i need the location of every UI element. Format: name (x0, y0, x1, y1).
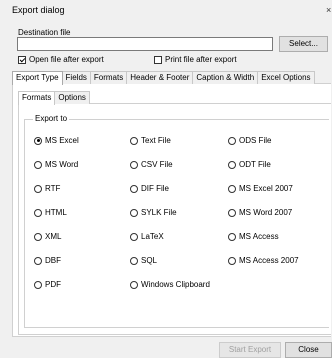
format-option-csv-file[interactable]: CSV File (130, 160, 173, 169)
format-option-dif-file[interactable]: DIF File (130, 184, 169, 193)
format-option-ms-word[interactable]: MS Word (34, 160, 78, 169)
tab-caption-width[interactable]: Caption & Width (192, 71, 259, 84)
format-option-label: CSV File (141, 160, 173, 169)
format-option-label: DBF (45, 256, 61, 265)
format-option-label: PDF (45, 280, 61, 289)
export-to-group (24, 119, 329, 328)
format-option-latex[interactable]: LaTeX (130, 232, 164, 241)
print-after-export-checkbox[interactable] (154, 55, 162, 64)
destination-label: Destination file (18, 28, 71, 37)
radio-button[interactable] (34, 160, 42, 169)
radio-button[interactable] (34, 208, 42, 217)
radio-button[interactable] (130, 184, 138, 193)
format-option-label: XML (45, 232, 62, 241)
subtab-formats[interactable]: Formats (18, 91, 56, 105)
format-option-label: ODS File (239, 136, 272, 145)
tab-export-type[interactable]: Export Type (12, 71, 63, 85)
radio-button[interactable] (228, 232, 236, 241)
open-after-export-label: Open file after export (29, 55, 104, 64)
format-option-ms-word-2007[interactable]: MS Word 2007 (228, 208, 292, 217)
format-option-label: MS Excel (45, 136, 79, 145)
close-button[interactable]: Close (285, 342, 332, 358)
format-option-sql[interactable]: SQL (130, 256, 157, 265)
subtab-options[interactable]: Options (54, 91, 90, 104)
format-option-label: LaTeX (141, 232, 164, 241)
format-option-label: ODT File (239, 160, 271, 169)
format-option-label: MS Word 2007 (239, 208, 293, 217)
radio-button[interactable] (228, 136, 236, 145)
radio-button[interactable] (228, 256, 236, 265)
format-option-label: MS Excel 2007 (239, 184, 293, 193)
format-option-label: Text File (141, 136, 171, 145)
radio-button[interactable] (130, 256, 138, 265)
format-option-ms-excel[interactable]: MS Excel (34, 136, 79, 145)
tab-header-footer[interactable]: Header & Footer (126, 71, 194, 84)
print-after-export-label: Print file after export (165, 55, 237, 64)
destination-file-input[interactable] (17, 37, 273, 51)
format-option-xml[interactable]: XML (34, 232, 61, 241)
format-option-sylk-file[interactable]: SYLK File (130, 208, 177, 217)
export-to-label: Export to (33, 114, 70, 123)
radio-button[interactable] (130, 280, 138, 289)
format-option-windows-clipboard[interactable]: Windows Clipboard (130, 280, 210, 289)
open-after-export-option[interactable]: Open file after export (18, 55, 104, 64)
format-option-label: RTF (45, 184, 61, 193)
radio-button[interactable] (130, 232, 138, 241)
dialog-title: Export dialog (12, 5, 65, 15)
format-option-label: DIF File (141, 184, 169, 193)
format-option-rtf[interactable]: RTF (34, 184, 60, 193)
radio-button[interactable] (34, 136, 42, 145)
radio-button[interactable] (130, 208, 138, 217)
radio-button[interactable] (34, 184, 42, 193)
format-option-pdf[interactable]: PDF (34, 280, 61, 289)
format-option-label: SQL (141, 256, 158, 265)
main-tabs: Export Type Fields Formats Header & Foot… (12, 71, 315, 85)
format-option-ms-excel-2007[interactable]: MS Excel 2007 (228, 184, 293, 193)
format-option-dbf[interactable]: DBF (34, 256, 61, 265)
radio-button[interactable] (34, 280, 42, 289)
print-after-export-option[interactable]: Print file after export (154, 55, 237, 64)
format-option-ms-access[interactable]: MS Access (228, 232, 279, 241)
tab-formats[interactable]: Formats (89, 71, 128, 84)
format-option-label: HTML (45, 208, 67, 217)
format-option-label: Windows Clipboard (141, 280, 210, 289)
format-option-text-file[interactable]: Text File (130, 136, 171, 145)
radio-button[interactable] (228, 160, 236, 169)
radio-button[interactable] (34, 232, 42, 241)
start-export-button[interactable]: Start Export (219, 342, 281, 358)
format-option-ms-access-2007[interactable]: MS Access 2007 (228, 256, 299, 265)
format-option-label: SYLK File (141, 208, 177, 217)
format-option-label: MS Access 2007 (239, 256, 299, 265)
radio-button[interactable] (228, 208, 236, 217)
format-option-label: MS Word (45, 160, 79, 169)
radio-button[interactable] (130, 160, 138, 169)
close-icon[interactable]: × (326, 5, 331, 15)
format-option-odt-file[interactable]: ODT File (228, 160, 271, 169)
open-after-export-checkbox[interactable] (18, 55, 26, 64)
format-option-label: MS Access (239, 232, 279, 241)
format-option-html[interactable]: HTML (34, 208, 67, 217)
tab-excel-options[interactable]: Excel Options (257, 71, 315, 84)
format-option-ods-file[interactable]: ODS File (228, 136, 271, 145)
tab-fields[interactable]: Fields (61, 71, 91, 84)
radio-button[interactable] (34, 256, 42, 265)
radio-button[interactable] (130, 136, 138, 145)
radio-button[interactable] (228, 184, 236, 193)
select-file-button[interactable]: Select... (279, 36, 328, 52)
sub-tabs: Formats Options (18, 91, 90, 105)
